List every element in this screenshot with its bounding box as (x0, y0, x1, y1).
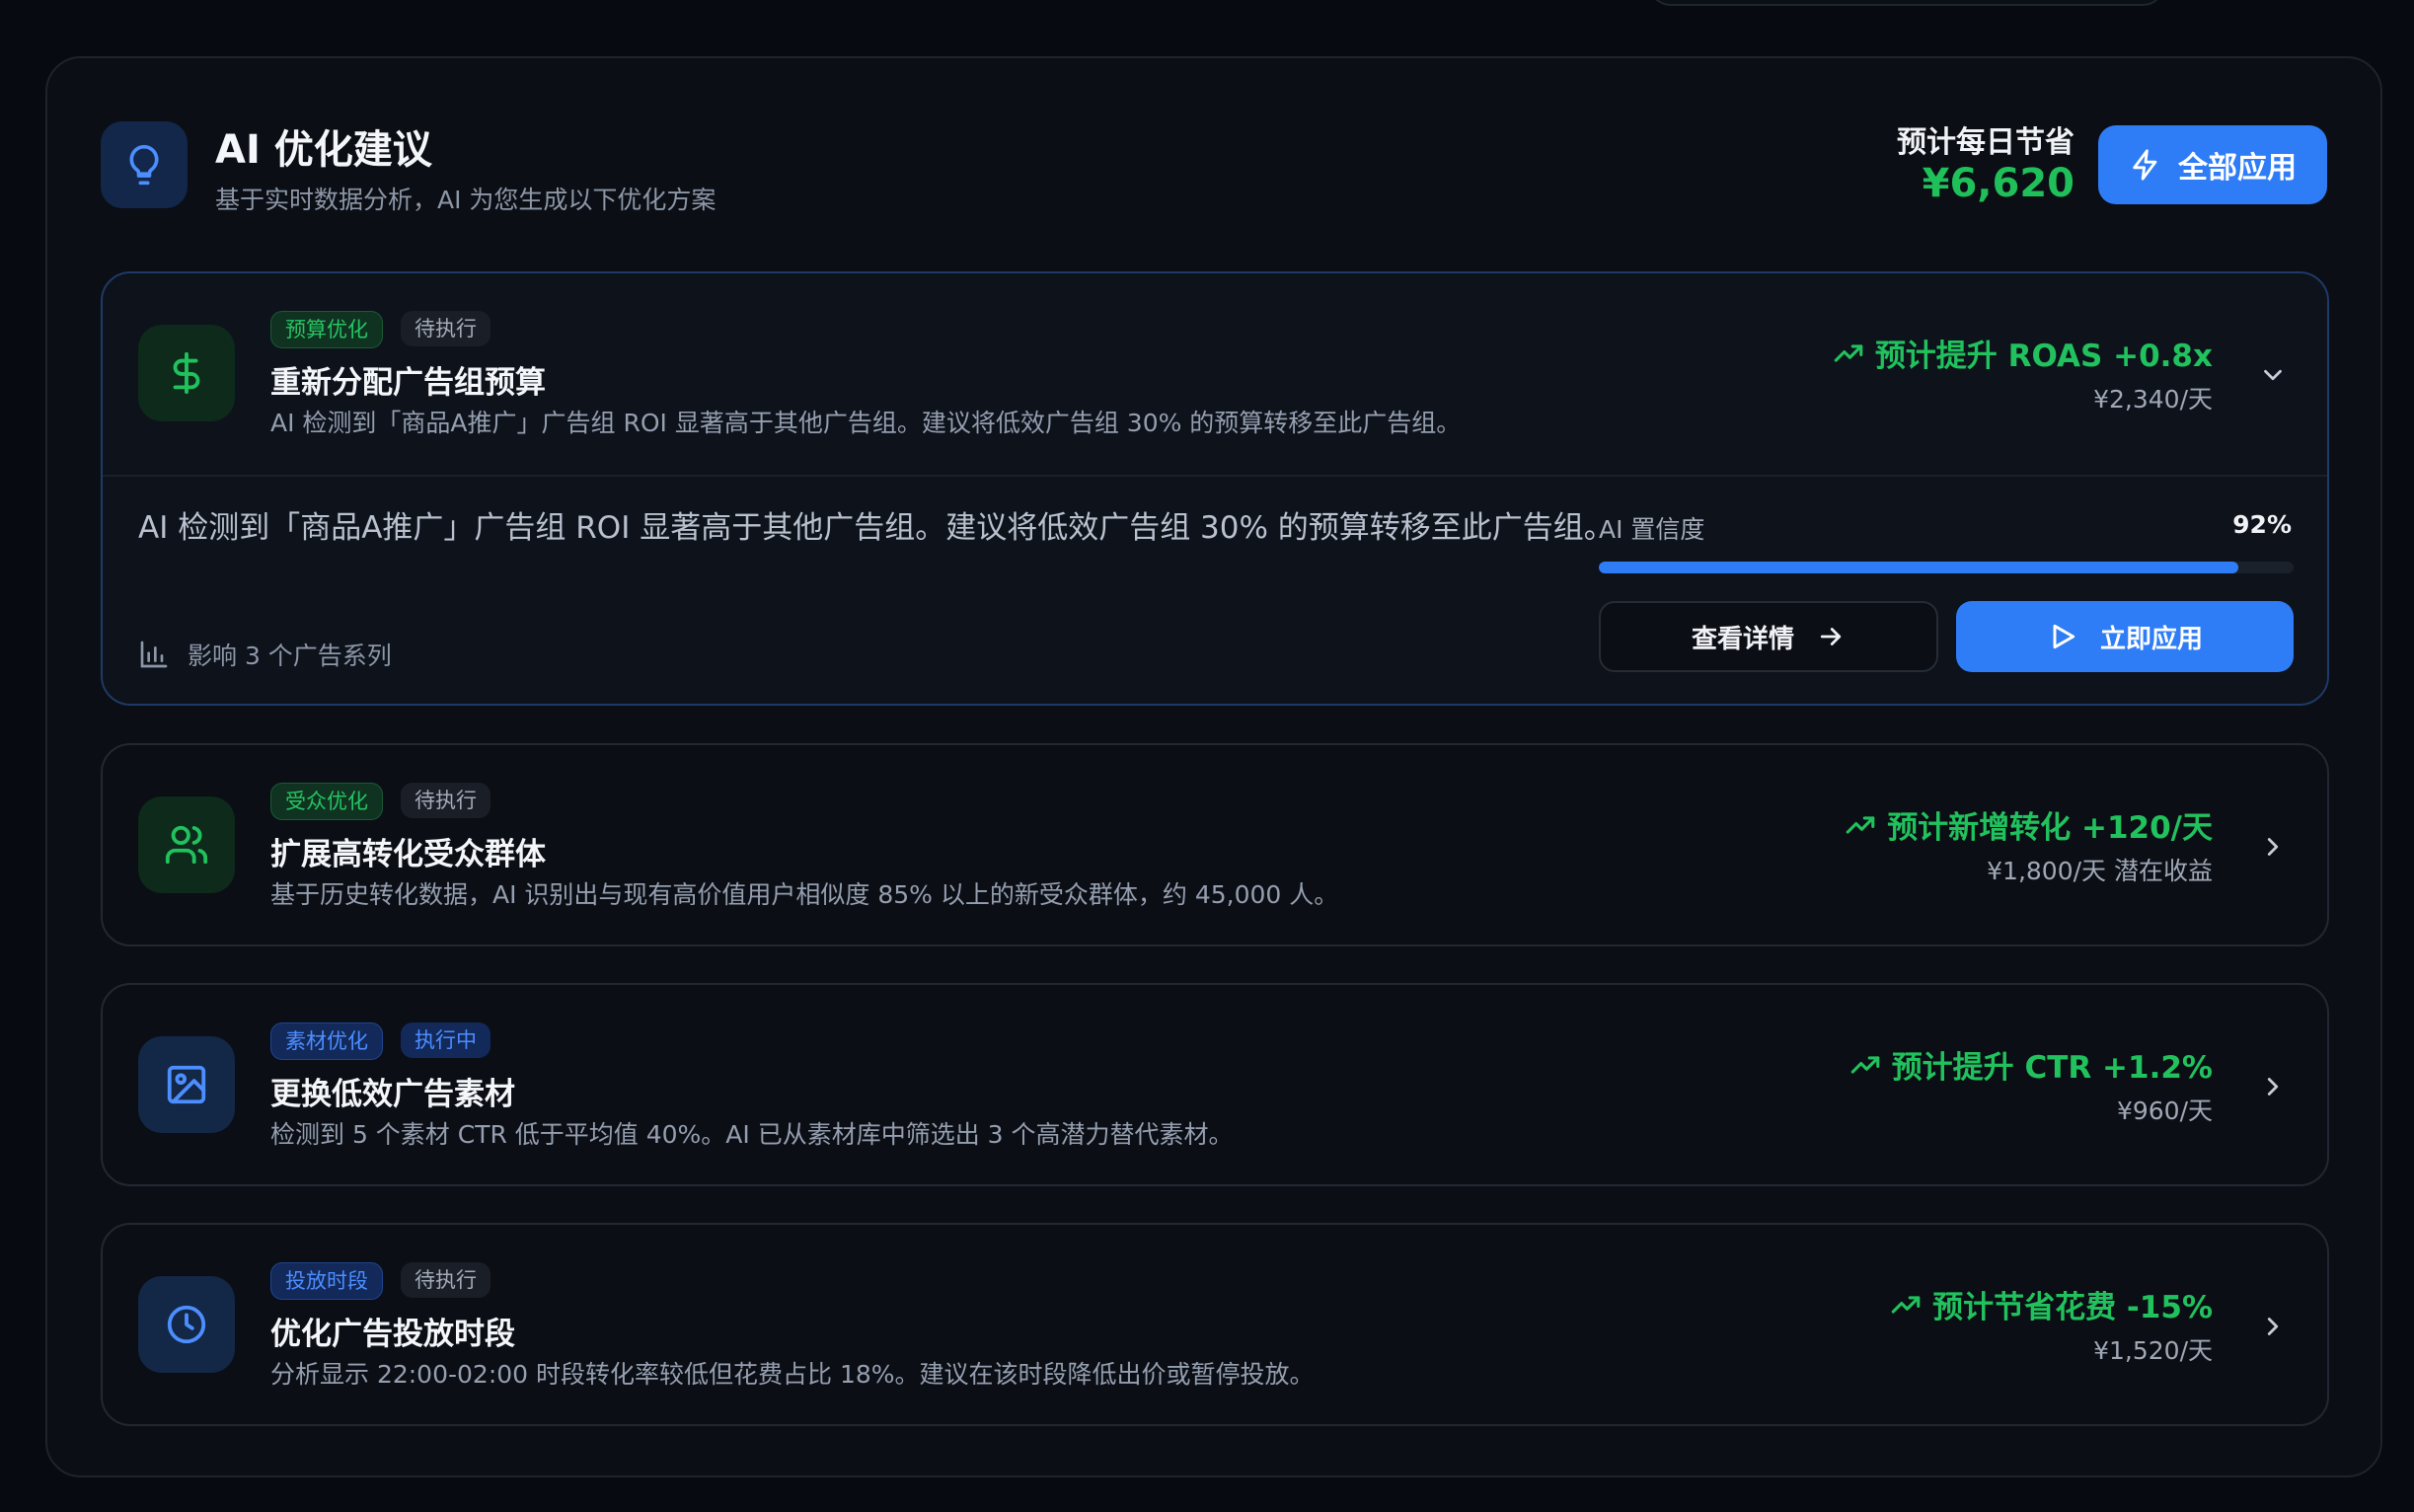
detail-text: AI 检测到「商品A推广」广告组 ROI 显著高于其他广告组。建议将低效广告组 … (138, 510, 1615, 546)
metric-text: 预计提升 ROAS +0.8x (1874, 339, 2213, 374)
card-title: 更换低效广告素材 (270, 1077, 515, 1112)
chevron-down-icon[interactable] (2258, 360, 2288, 390)
tag-group: 预算优化 待执行 (270, 311, 490, 348)
impact-info: 影响 3 个广告系列 (138, 637, 392, 672)
chevron-right-icon[interactable] (2258, 1072, 2288, 1101)
savings-value: ¥6,620 (1922, 161, 2075, 206)
suggestion-card-schedule[interactable]: 投放时段 待执行 优化广告投放时段 分析显示 22:00-02:00 时段转化率… (101, 1223, 2329, 1426)
card-description: 分析显示 22:00-02:00 时段转化率较低但花费占比 18%。建议在该时段… (270, 1360, 1315, 1389)
metric-text: 预计节省花费 -15% (1932, 1290, 2213, 1325)
card-header[interactable]: 受众优化 待执行 扩展高转化受众群体 基于历史转化数据，AI 识别出与现有高价值… (103, 745, 2327, 945)
status-badge: 待执行 (401, 311, 490, 346)
clock-icon (138, 1276, 235, 1373)
apply-all-button[interactable]: 全部应用 (2098, 125, 2327, 204)
card-metric: 预计提升 CTR +1.2% (1848, 1042, 2213, 1087)
category-tag: 受众优化 (270, 783, 383, 820)
view-details-label: 查看详情 (1691, 624, 1794, 654)
metric-text: 预计新增转化 +120/天 (1887, 810, 2213, 846)
status-badge: 执行中 (401, 1022, 490, 1058)
card-description: 基于历史转化数据，AI 识别出与现有高价值用户相似度 85% 以上的新受众群体，… (270, 880, 1339, 909)
card-metric: 预计节省花费 -15% (1889, 1282, 2213, 1326)
card-header[interactable]: 投放时段 待执行 优化广告投放时段 分析显示 22:00-02:00 时段转化率… (103, 1225, 2327, 1424)
trend-up-icon (1850, 1055, 1879, 1074)
chevron-right-icon[interactable] (2258, 832, 2288, 862)
play-icon (2053, 624, 2075, 649)
dollar-icon (138, 325, 235, 421)
confidence-bar-fill (1599, 562, 2238, 573)
impact-text: 影响 3 个广告系列 (188, 642, 392, 670)
suggestion-card-creative[interactable]: 素材优化 执行中 更换低效广告素材 检测到 5 个素材 CTR 低于平均值 40… (101, 983, 2329, 1186)
card-header[interactable]: 预算优化 待执行 重新分配广告组预算 AI 检测到「商品A推广」广告组 ROI … (103, 273, 2327, 475)
page-subtitle: 基于实时数据分析，AI 为您生成以下优化方案 (215, 186, 717, 214)
tag-group: 素材优化 执行中 (270, 1022, 490, 1060)
suggestion-card-budget[interactable]: 预算优化 待执行 重新分配广告组预算 AI 检测到「商品A推广」广告组 ROI … (101, 271, 2329, 706)
metric-sub: ¥1,800/天 潜在收益 (1987, 857, 2213, 885)
status-badge: 待执行 (401, 1262, 490, 1298)
tag-group: 投放时段 待执行 (270, 1262, 490, 1300)
trend-up-icon (1846, 815, 1875, 834)
confidence-label: AI 置信度 (1599, 515, 1705, 544)
metric-sub: ¥960/天 (2116, 1096, 2213, 1125)
ai-suggestions-panel: AI 优化建议 基于实时数据分析，AI 为您生成以下优化方案 预计每日节省 ¥6… (45, 56, 2382, 1477)
suggestion-card-audience[interactable]: 受众优化 待执行 扩展高转化受众群体 基于历史转化数据，AI 识别出与现有高价值… (101, 743, 2329, 946)
trend-up-icon (1891, 1295, 1921, 1314)
metric-sub: ¥1,520/天 (2093, 1336, 2213, 1365)
bar-chart-icon (140, 641, 168, 668)
card-title: 重新分配广告组预算 (270, 365, 546, 401)
metric-text: 预计提升 CTR +1.2% (1891, 1050, 2213, 1086)
apply-now-label: 立即应用 (2099, 624, 2203, 654)
lightbulb-icon (101, 121, 188, 208)
chevron-right-icon[interactable] (2258, 1312, 2288, 1341)
users-icon (138, 796, 235, 893)
image-icon (138, 1036, 235, 1133)
arrow-right-icon (1820, 628, 1842, 645)
card-metric: 预计提升 ROAS +0.8x (1832, 331, 2213, 375)
card-description: AI 检测到「商品A推广」广告组 ROI 显著高于其他广告组。建议将低效广告组 … (270, 409, 1462, 437)
confidence-bar (1599, 562, 2294, 573)
view-details-button[interactable]: 查看详情 (1599, 601, 1938, 672)
card-header[interactable]: 素材优化 执行中 更换低效广告素材 检测到 5 个素材 CTR 低于平均值 40… (103, 985, 2327, 1184)
card-title: 扩展高转化受众群体 (270, 837, 546, 872)
lightning-icon (2133, 149, 2157, 181)
card-metric: 预计新增转化 +120/天 (1844, 802, 2213, 847)
panel-header: AI 优化建议 基于实时数据分析，AI 为您生成以下优化方案 预计每日节省 ¥6… (47, 58, 2380, 256)
metric-sub: ¥2,340/天 (2093, 385, 2213, 414)
card-divider (103, 475, 2327, 477)
category-tag: 素材优化 (270, 1022, 383, 1060)
top-search-pill[interactable] (1648, 0, 2165, 6)
tag-group: 受众优化 待执行 (270, 783, 490, 820)
category-tag: 预算优化 (270, 311, 383, 348)
apply-all-label: 全部应用 (2178, 151, 2297, 186)
card-title: 优化广告投放时段 (270, 1317, 515, 1352)
confidence-value: 92% (2232, 510, 2292, 539)
status-badge: 待执行 (401, 783, 490, 818)
apply-now-button[interactable]: 立即应用 (1956, 601, 2294, 672)
category-tag: 投放时段 (270, 1262, 383, 1300)
trend-up-icon (1834, 343, 1863, 362)
savings-label: 预计每日节省 (1897, 125, 2075, 160)
page-title: AI 优化建议 (215, 127, 432, 173)
card-description: 检测到 5 个素材 CTR 低于平均值 40%。AI 已从素材库中筛选出 3 个… (270, 1120, 1234, 1149)
